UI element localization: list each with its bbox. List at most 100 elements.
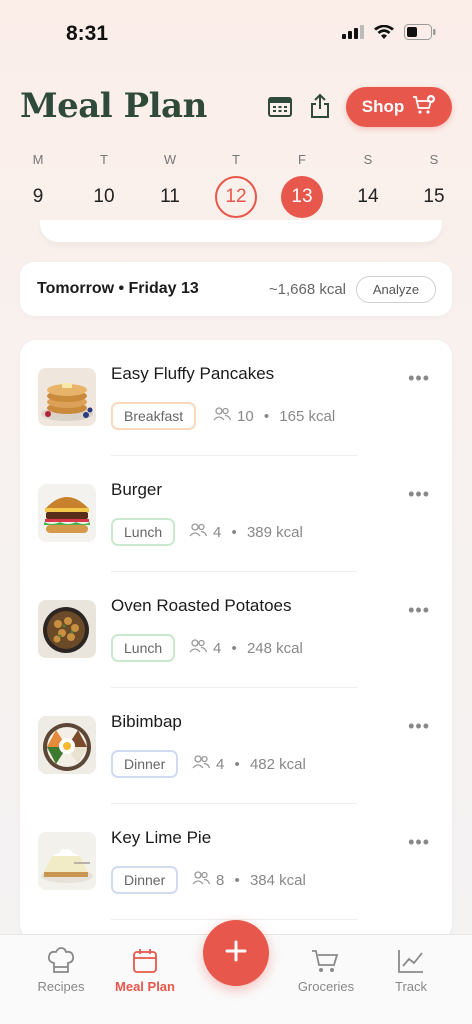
tab-meal-plan[interactable]: Meal Plan bbox=[100, 935, 190, 994]
week-card bbox=[40, 220, 442, 242]
day-tue[interactable]: T 10 bbox=[82, 150, 126, 218]
more-options-icon[interactable]: ••• bbox=[408, 484, 430, 505]
more-options-icon[interactable]: ••• bbox=[408, 832, 430, 853]
day-sun[interactable]: S 15 bbox=[412, 150, 456, 218]
plus-icon bbox=[224, 939, 248, 968]
shop-button-label: Shop bbox=[361, 97, 405, 116]
calendar-icon bbox=[100, 945, 190, 977]
people-icon bbox=[189, 639, 208, 657]
chef-hat-icon bbox=[16, 945, 106, 977]
meal-item[interactable]: Burger Lunch 4 • 389 kcal ••• bbox=[20, 456, 452, 572]
people-icon bbox=[192, 871, 211, 889]
separator-dot: • bbox=[227, 639, 241, 657]
meals-list: Easy Fluffy Pancakes Breakfast 10 • 165 … bbox=[20, 340, 452, 940]
people-icon bbox=[213, 407, 232, 425]
wifi-icon bbox=[374, 24, 394, 45]
meal-item[interactable]: Bibimbap Dinner 4 • 482 kcal ••• bbox=[20, 688, 452, 804]
meal-image-pancakes bbox=[38, 368, 96, 426]
day-number-today: 12 bbox=[215, 176, 257, 218]
meal-image-key-lime-pie bbox=[38, 832, 96, 890]
day-letter: T bbox=[232, 152, 240, 167]
separator-dot: • bbox=[259, 407, 274, 425]
day-fri-selected[interactable]: F 13 bbox=[280, 150, 324, 218]
people-icon bbox=[189, 523, 208, 541]
more-options-icon[interactable]: ••• bbox=[408, 368, 430, 389]
cart-plus-icon bbox=[412, 94, 436, 120]
meal-tag-lunch: Lunch bbox=[111, 634, 176, 662]
status-icons bbox=[342, 24, 436, 45]
calendar-icon[interactable] bbox=[266, 92, 294, 120]
day-summary: Tomorrow • Friday 13 ~1,668 kcal Analyze bbox=[20, 262, 452, 316]
cellular-signal-icon bbox=[342, 25, 364, 44]
summary-kcal: ~1,668 kcal bbox=[268, 281, 346, 298]
meal-item[interactable]: Key Lime Pie Dinner 8 • 384 kcal ••• bbox=[20, 804, 452, 920]
day-wed[interactable]: W 11 bbox=[148, 150, 192, 218]
meal-meta: 4 • 389 kcal bbox=[189, 523, 303, 541]
day-letter: T bbox=[100, 152, 108, 167]
add-button[interactable] bbox=[203, 920, 269, 986]
meal-tag-breakfast: Breakfast bbox=[111, 402, 197, 430]
meal-kcal: 389 kcal bbox=[246, 523, 303, 541]
status-bar: 8:31 bbox=[0, 0, 472, 60]
battery-icon bbox=[404, 24, 436, 45]
tab-groceries[interactable]: Groceries bbox=[281, 935, 371, 994]
tab-label: Groceries bbox=[297, 979, 355, 994]
day-letter: F bbox=[298, 152, 306, 167]
meal-kcal: 482 kcal bbox=[249, 755, 306, 773]
more-options-icon[interactable]: ••• bbox=[408, 600, 430, 621]
day-letter: M bbox=[32, 152, 44, 167]
meal-name: Oven Roasted Potatoes bbox=[111, 596, 292, 615]
tab-label: Meal Plan bbox=[115, 979, 175, 994]
meal-meta: 4 • 482 kcal bbox=[192, 755, 306, 773]
shop-button[interactable]: Shop bbox=[346, 87, 452, 127]
week-selector: M 9 T 10 W 11 T 12 F 13 S 14 S 15 bbox=[0, 150, 472, 242]
tab-recipes[interactable]: Recipes bbox=[16, 935, 106, 994]
tab-label: Recipes bbox=[37, 979, 85, 994]
cart-icon bbox=[281, 945, 371, 977]
meal-servings: 4 bbox=[213, 523, 222, 541]
people-icon bbox=[192, 755, 211, 773]
day-mon[interactable]: M 9 bbox=[16, 150, 60, 218]
day-thu-today[interactable]: T 12 bbox=[214, 150, 258, 218]
day-letter: S bbox=[429, 152, 439, 167]
separator-dot: • bbox=[230, 871, 244, 889]
day-number: 15 bbox=[423, 186, 445, 207]
day-letter: S bbox=[363, 152, 373, 167]
tab-label: Track bbox=[394, 979, 428, 994]
day-sat[interactable]: S 14 bbox=[346, 150, 390, 218]
day-number: 10 bbox=[93, 186, 115, 207]
meal-meta: 8 • 384 kcal bbox=[192, 871, 306, 889]
meal-image-bibimbap bbox=[38, 716, 96, 774]
meal-kcal: 165 kcal bbox=[279, 407, 336, 425]
day-number: 14 bbox=[357, 186, 379, 207]
meal-kcal: 384 kcal bbox=[249, 871, 306, 889]
meal-name: Key Lime Pie bbox=[111, 828, 212, 847]
chart-line-icon bbox=[366, 945, 456, 977]
day-number-selected: 13 bbox=[281, 176, 323, 218]
header: Meal Plan Shop bbox=[0, 82, 472, 138]
meal-name: Burger bbox=[111, 480, 163, 499]
meal-image-burger bbox=[38, 484, 96, 542]
day-number: 11 bbox=[160, 186, 180, 207]
analyze-button[interactable]: Analyze bbox=[356, 276, 436, 303]
meal-item[interactable]: Easy Fluffy Pancakes Breakfast 10 • 165 … bbox=[20, 340, 452, 456]
meal-tag-lunch: Lunch bbox=[111, 518, 176, 546]
status-time: 8:31 bbox=[66, 22, 109, 45]
tab-track[interactable]: Track bbox=[366, 935, 456, 994]
meal-item[interactable]: Oven Roasted Potatoes Lunch 4 • 248 kcal… bbox=[20, 572, 452, 688]
more-options-icon[interactable]: ••• bbox=[408, 716, 430, 737]
meal-name: Bibimbap bbox=[111, 712, 182, 731]
meal-tag-dinner: Dinner bbox=[111, 866, 179, 894]
meal-meta: 4 • 248 kcal bbox=[189, 639, 303, 657]
meal-meta: 10 • 165 kcal bbox=[213, 407, 335, 425]
meal-image-potatoes bbox=[38, 600, 96, 658]
page-title: Meal Plan bbox=[20, 86, 207, 126]
share-icon[interactable] bbox=[306, 92, 334, 120]
meal-name: Easy Fluffy Pancakes bbox=[111, 364, 275, 383]
meal-kcal: 248 kcal bbox=[246, 639, 303, 657]
day-number: 9 bbox=[32, 186, 44, 207]
day-letter: W bbox=[163, 152, 177, 167]
meal-servings: 10 bbox=[237, 407, 254, 425]
separator-dot: • bbox=[227, 523, 241, 541]
summary-title: Tomorrow • Friday 13 bbox=[37, 280, 199, 297]
